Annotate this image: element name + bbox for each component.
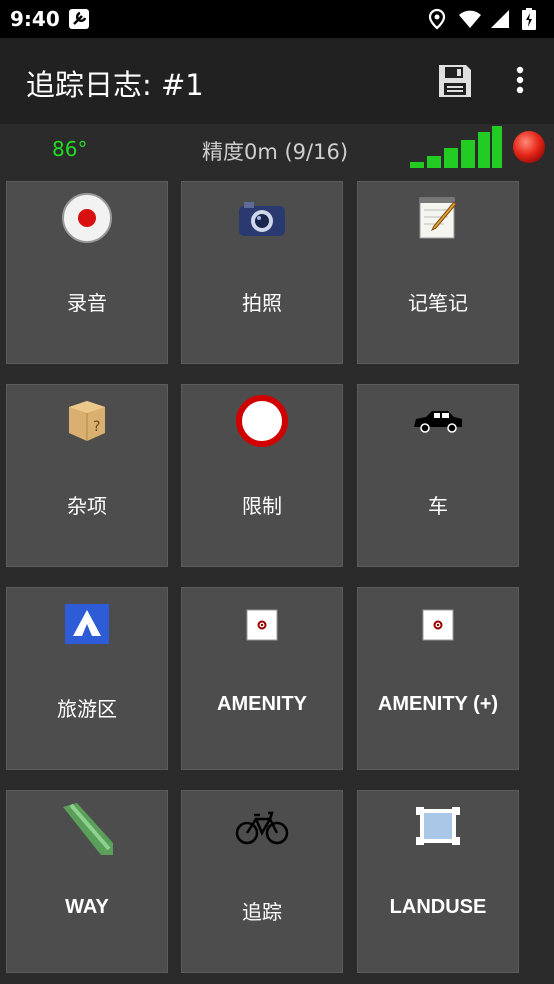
campsite-icon bbox=[65, 604, 109, 644]
tile-label: 旅游区 bbox=[57, 697, 117, 721]
record-icon bbox=[62, 193, 112, 243]
tile-label: 拍照 bbox=[242, 291, 282, 315]
tile-take-note[interactable]: 记笔记 bbox=[357, 181, 519, 364]
poi-icon bbox=[422, 609, 454, 641]
tile-label: LANDUSE bbox=[389, 896, 487, 918]
tile-tourism[interactable]: 旅游区 bbox=[6, 587, 168, 770]
tile-restriction[interactable]: 限制 bbox=[181, 384, 343, 567]
tile-amenity-plus[interactable]: AMENITY (+) bbox=[357, 587, 519, 770]
tile-take-photo[interactable]: 拍照 bbox=[181, 181, 343, 364]
box-icon: ? bbox=[69, 401, 105, 441]
tile-track[interactable]: 追踪 bbox=[181, 790, 343, 973]
landuse-icon bbox=[416, 807, 460, 845]
no-entry-icon bbox=[236, 395, 288, 447]
tile-amenity[interactable]: AMENITY bbox=[181, 587, 343, 770]
tile-label: 杂项 bbox=[67, 494, 107, 518]
tile-label: WAY bbox=[65, 896, 109, 918]
tile-landuse[interactable]: LANDUSE bbox=[357, 790, 519, 973]
poi-icon bbox=[246, 609, 278, 641]
bicycle-icon bbox=[235, 811, 289, 845]
road-icon bbox=[63, 803, 113, 855]
tile-label: 追踪 bbox=[242, 900, 282, 924]
tile-label: AMENITY (+) bbox=[377, 693, 499, 715]
svg-text:?: ? bbox=[93, 419, 100, 435]
tile-way[interactable]: WAY bbox=[6, 790, 168, 973]
camera-icon bbox=[239, 202, 285, 236]
tile-label: 车 bbox=[428, 494, 448, 518]
tile-misc[interactable]: ? 杂项 bbox=[6, 384, 168, 567]
tile-car[interactable]: 车 bbox=[357, 384, 519, 567]
tile-record-audio[interactable]: 录音 bbox=[6, 181, 168, 364]
tile-label: 限制 bbox=[242, 494, 282, 518]
notepad-icon bbox=[419, 197, 457, 239]
tile-label: 记笔记 bbox=[408, 291, 468, 315]
tile-label: 录音 bbox=[67, 291, 107, 315]
tile-label: AMENITY bbox=[217, 693, 307, 715]
car-icon bbox=[414, 411, 462, 433]
action-grid: 录音 拍照 记笔记 ? 杂项 限制 车 旅游区 AMENITY AMENITY … bbox=[0, 0, 554, 984]
